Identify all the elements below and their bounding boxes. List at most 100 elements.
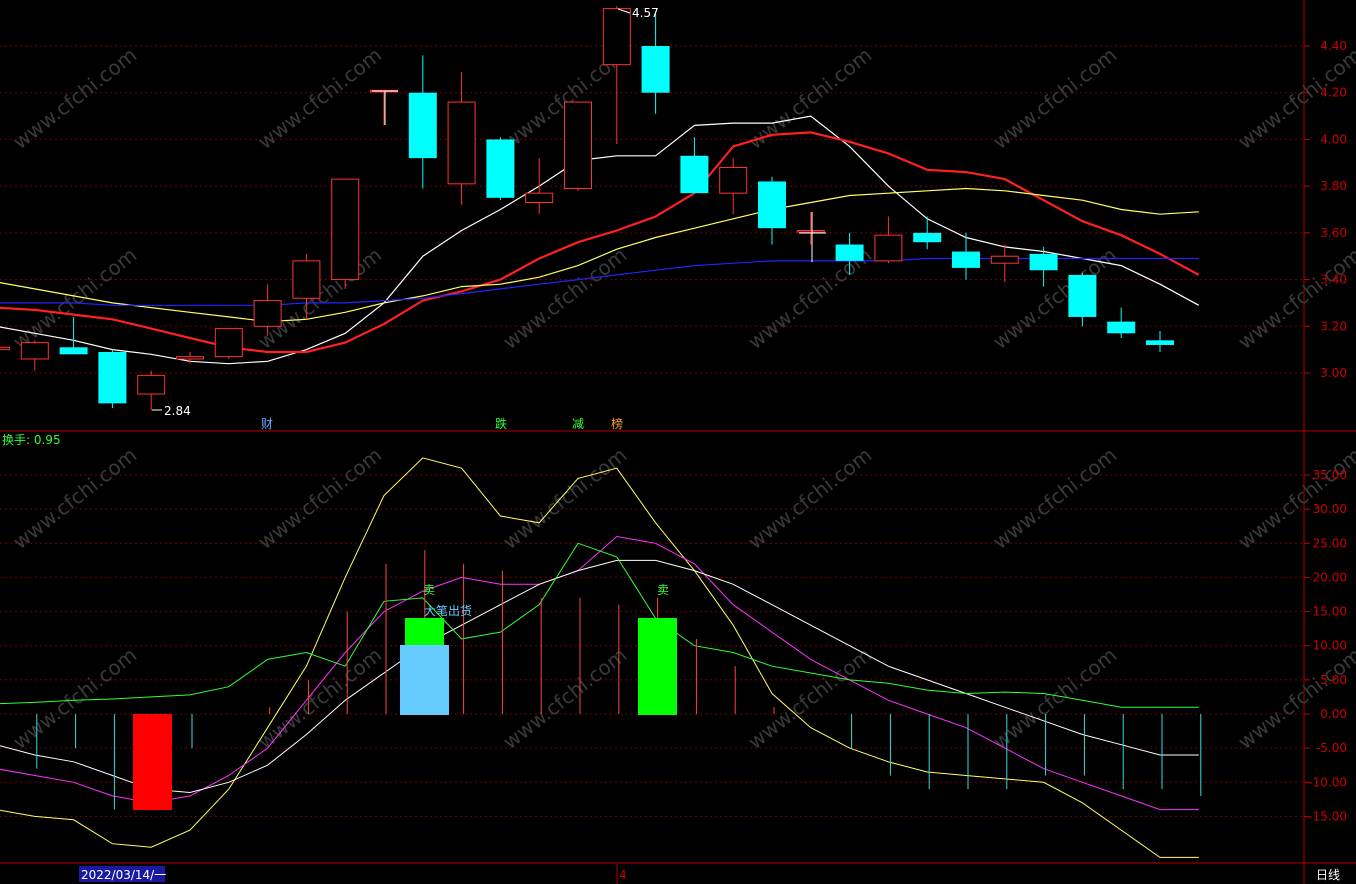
watermark-text: www.cfchi.com [498,443,631,554]
candle[interactable] [408,55,437,189]
candle-body-down [1107,321,1136,334]
event-marker-reduce[interactable]: 减 [572,417,584,431]
watermark-text: www.cfchi.com [498,243,631,354]
candle[interactable] [137,370,166,411]
watermark-text: www.cfchi.com [8,443,141,554]
event-marker-finance[interactable]: 财 [261,417,273,431]
price-tick-label: 3.40 [1320,273,1347,287]
watermark-text: www.cfchi.com [8,43,141,154]
watermark-text: www.cfchi.com [8,243,141,354]
candle-body-up [331,178,360,281]
event-marker-ranking[interactable]: 榜 [611,416,623,431]
watermark-text: www.cfchi.com [743,443,876,554]
indicator-axis: 35.00 30.00 25.00 20.00 15.00 10.00 5.00 0.00 -5… [1304,468,1347,823]
candle[interactable] [486,137,515,201]
price-tick-label: 3.80 [1320,179,1347,193]
watermark-text: www.cfchi.com [988,443,1121,554]
indicator-tick-label: 5.00 [1320,673,1347,687]
candle[interactable] [1146,330,1174,352]
candle-body-down [1029,253,1058,271]
candle-body-up [719,166,748,194]
stock-chart-canvas[interactable]: www.cfchi.com www.cfchi.com www.cfchi.com w… [0,0,1356,884]
candle-body-up [874,234,903,262]
watermark-text: www.cfchi.com [988,643,1121,754]
price-tick-label: 3.60 [1320,226,1347,240]
candle[interactable] [370,89,398,126]
candle[interactable] [20,340,49,371]
indicator-tick-label: 10.00 [1313,639,1347,653]
candle-body-down [1068,274,1097,317]
candle-body-up [990,255,1019,264]
candle-body-down [835,244,864,261]
watermark-text: www.cfchi.com [253,43,386,154]
watermark-text: www.cfchi.com [253,443,386,554]
indicator-tick-label: 35.00 [1313,468,1347,482]
candle-body-down [408,92,437,159]
candle[interactable] [990,244,1019,282]
candle[interactable] [758,176,786,245]
candle-body-up [0,346,10,351]
period-label[interactable]: 日线 [1316,868,1340,882]
watermark-text: www.cfchi.com [498,643,631,754]
watermark-text: www.cfchi.com [988,43,1121,154]
candle[interactable] [796,211,825,245]
event-marker-limit-down[interactable]: 跌 [495,416,507,431]
candle[interactable] [331,178,360,289]
watermark-layer: www.cfchi.com www.cfchi.com www.cfchi.com w… [8,43,1356,754]
price-tick-label: 4.40 [1320,39,1347,53]
watermark-text: www.cfchi.com [1233,243,1356,354]
high-price-label: 4.57 [632,6,659,20]
candle[interactable] [641,13,670,114]
candle-body-up [796,230,825,233]
candle-body-down [59,347,88,355]
candle-body-down [680,155,709,194]
candle-body-down [952,251,980,268]
candle[interactable] [0,345,10,352]
price-tick-label: 3.20 [1320,319,1347,333]
sell-signal-block-1 [405,618,444,645]
candle-body-up [137,374,166,395]
candle[interactable] [874,216,903,264]
price-tick-label: 4.00 [1320,132,1347,146]
candle-body-up [602,8,631,66]
candle-body-down [486,139,515,198]
price-tick-label: 4.20 [1320,86,1347,100]
panel-frames [0,0,1356,884]
price-tick-label: 3.00 [1320,366,1347,380]
candle-body-up [564,101,592,189]
watermark-text: www.cfchi.com [1233,643,1356,754]
candle[interactable] [447,71,476,205]
candle[interactable] [1107,307,1136,338]
big-sell-block [400,645,449,715]
candle[interactable] [680,137,709,194]
month-marker: 4 [619,868,627,882]
candle[interactable] [913,216,942,250]
cursor-date: 2022/03/14/一 [81,868,166,882]
candle[interactable] [525,158,554,215]
candle[interactable] [719,158,748,215]
candle-body-down [98,351,127,404]
candle-body-down [758,181,786,229]
turnover-label: 换手: 0.95 [2,433,61,447]
candle-body-up [525,192,554,203]
indicator-tick-label: 25.00 [1313,536,1347,550]
candle-body-down [913,232,942,243]
watermark-text: www.cfchi.com [253,643,386,754]
sell-signal-block-2 [638,618,677,715]
candle-body-up [176,356,204,360]
candle-body-down [641,46,670,93]
watermark-text: www.cfchi.com [743,643,876,754]
candle-body-up [292,260,321,299]
sell-signal-label-1: 卖 [423,583,435,597]
candle[interactable] [98,349,127,409]
candle[interactable] [1068,272,1097,327]
candle-body-up [20,342,49,360]
indicator-tick-label: 0.00 [1320,707,1347,721]
indicator-tick-label: 15.00 [1313,605,1347,619]
low-price-label: 2.84 [164,404,191,418]
buy-signal-block [133,714,172,810]
indicator-tick-label: -15.00 [1308,809,1347,823]
candle[interactable] [59,316,88,355]
candle[interactable] [564,101,592,191]
candle[interactable] [214,328,243,359]
